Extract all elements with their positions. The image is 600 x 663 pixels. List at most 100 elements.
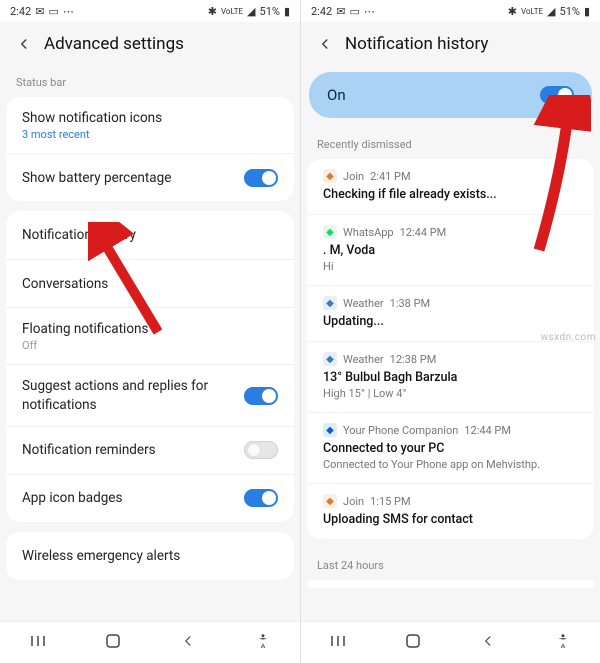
row-wireless-emergency[interactable]: Wireless emergency alerts <box>6 532 294 580</box>
row-floating-notifications[interactable]: Floating notifications Off <box>6 307 294 364</box>
row-sub: Off <box>22 339 278 352</box>
row-title: Floating notifications <box>22 320 278 338</box>
card-notifications: Notification history Conversations Float… <box>6 211 294 522</box>
notification-item[interactable]: ◆ Join 1:15 PM Uploading SMS for contact <box>307 483 594 539</box>
card-recent-notifications: ◆ Join 2:41 PM Checking if file already … <box>307 159 594 539</box>
row-notification-history[interactable]: Notification history <box>6 211 294 259</box>
nav-bar <box>0 621 300 663</box>
toggle-notification-reminders[interactable] <box>244 441 278 459</box>
row-title: Wireless emergency alerts <box>22 547 278 565</box>
page-title: Notification history <box>345 34 488 54</box>
notif-body: Connected to Your Phone app on Mehvisthp… <box>323 458 578 471</box>
card-statusbar-settings: Show notification icons 3 most recent Sh… <box>6 97 294 201</box>
mail-icon: ✉ <box>35 5 44 18</box>
notif-time: 1:38 PM <box>390 297 430 310</box>
back-button[interactable] <box>10 30 38 58</box>
notif-title: Uploading SMS for contact <box>323 512 578 527</box>
notif-body: High 15° | Low 4° <box>323 387 578 400</box>
signal-icon: ◢ <box>547 5 555 18</box>
row-conversations[interactable]: Conversations <box>6 259 294 307</box>
notif-app: Weather <box>343 353 384 366</box>
mail-icon: ✉ <box>336 5 345 18</box>
nav-accessibility[interactable] <box>554 632 572 654</box>
notif-app: Your Phone Companion <box>343 424 458 437</box>
notif-title: . M, Voda <box>323 243 578 258</box>
row-title: Suggest actions and replies for notifica… <box>22 377 244 413</box>
toggle-app-icon-badges[interactable] <box>244 489 278 507</box>
volte-icon: VoLTE <box>221 7 243 16</box>
bluetooth-icon: ✱ <box>208 5 217 18</box>
volte-icon: VoLTE <box>521 7 543 16</box>
notif-time: 12:44 PM <box>464 424 511 437</box>
row-title: Notification reminders <box>22 441 244 459</box>
watermark: wsxdn.com <box>540 332 596 343</box>
notification-item[interactable]: ◆ WhatsApp 12:44 PM . M, Voda Hi <box>307 214 594 285</box>
notification-item[interactable]: ◆ Weather 12:38 PM 13° Bulbul Bagh Barzu… <box>307 341 594 412</box>
notif-time: 12:38 PM <box>390 353 437 366</box>
nav-home[interactable] <box>104 632 122 654</box>
battery-icon: ▮ <box>284 5 290 18</box>
wifi-icon: ⋯ <box>364 5 375 18</box>
row-suggest-actions[interactable]: Suggest actions and replies for notifica… <box>6 364 294 425</box>
notif-time: 2:41 PM <box>370 170 410 183</box>
row-title: Conversations <box>22 275 278 293</box>
nav-back[interactable] <box>479 632 497 654</box>
page-title: Advanced settings <box>44 34 184 54</box>
bluetooth-icon: ✱ <box>508 5 517 18</box>
chat-icon: ▭ <box>48 5 58 18</box>
chat-icon: ▭ <box>349 5 359 18</box>
header: Notification history <box>301 22 600 66</box>
app-icon: ◆ <box>323 423 337 437</box>
notification-item[interactable]: ◆ Join 2:41 PM Checking if file already … <box>307 159 594 214</box>
row-title: App icon badges <box>22 489 244 507</box>
row-app-icon-badges[interactable]: App icon badges <box>6 474 294 522</box>
row-show-battery-percentage[interactable]: Show battery percentage <box>6 153 294 201</box>
signal-icon: ◢ <box>247 5 255 18</box>
nav-recents[interactable] <box>329 632 347 654</box>
notif-title: Checking if file already exists... <box>323 187 578 202</box>
notif-title: Connected to your PC <box>323 441 578 456</box>
back-button[interactable] <box>311 30 339 58</box>
row-title: Show notification icons <box>22 109 278 127</box>
nav-accessibility[interactable] <box>254 632 272 654</box>
section-status-bar: Status bar <box>0 66 300 93</box>
row-title: Show battery percentage <box>22 169 244 187</box>
status-bar: 2:42 ✉ ▭ ⋯ ✱ VoLTE ◢ 51% ▮ <box>301 0 600 22</box>
card-wireless: Wireless emergency alerts <box>6 532 294 580</box>
app-icon: ◆ <box>323 296 337 310</box>
section-recently-dismissed: Recently dismissed <box>301 128 600 155</box>
row-sub: 3 most recent <box>22 128 278 141</box>
wifi-icon: ⋯ <box>63 5 74 18</box>
battery-text: 51% <box>260 5 280 18</box>
notification-item[interactable]: ◆ Your Phone Companion 12:44 PM Connecte… <box>307 412 594 483</box>
app-icon: ◆ <box>323 169 337 183</box>
app-icon: ◆ <box>323 225 337 239</box>
card-last24 <box>307 580 594 588</box>
status-time: 2:42 <box>10 5 31 18</box>
header: Advanced settings <box>0 22 300 66</box>
row-notification-reminders[interactable]: Notification reminders <box>6 426 294 474</box>
battery-text: 51% <box>560 5 580 18</box>
toggle-suggest-actions[interactable] <box>244 387 278 405</box>
row-title: Notification history <box>22 226 278 244</box>
notif-app: Join <box>343 170 364 183</box>
phone-left: 2:42 ✉ ▭ ⋯ ✱ VoLTE ◢ 51% ▮ Advanced sett… <box>0 0 300 663</box>
history-on-pill[interactable]: On <box>309 72 592 118</box>
row-show-notification-icons[interactable]: Show notification icons 3 most recent <box>6 97 294 153</box>
toggle-history-on[interactable] <box>540 86 574 104</box>
notif-app: WhatsApp <box>343 226 394 239</box>
nav-home[interactable] <box>404 632 422 654</box>
status-bar: 2:42 ✉ ▭ ⋯ ✱ VoLTE ◢ 51% ▮ <box>0 0 300 22</box>
notif-time: 1:15 PM <box>370 495 410 508</box>
notif-app: Weather <box>343 297 384 310</box>
app-icon: ◆ <box>323 352 337 366</box>
nav-back[interactable] <box>179 632 197 654</box>
battery-icon: ▮ <box>584 5 590 18</box>
nav-recents[interactable] <box>29 632 47 654</box>
notif-time: 12:44 PM <box>400 226 447 239</box>
notif-title: 13° Bulbul Bagh Barzula <box>323 370 578 385</box>
toggle-battery-percentage[interactable] <box>244 169 278 187</box>
notif-app: Join <box>343 495 364 508</box>
status-time: 2:42 <box>311 5 332 18</box>
nav-bar <box>301 621 600 663</box>
